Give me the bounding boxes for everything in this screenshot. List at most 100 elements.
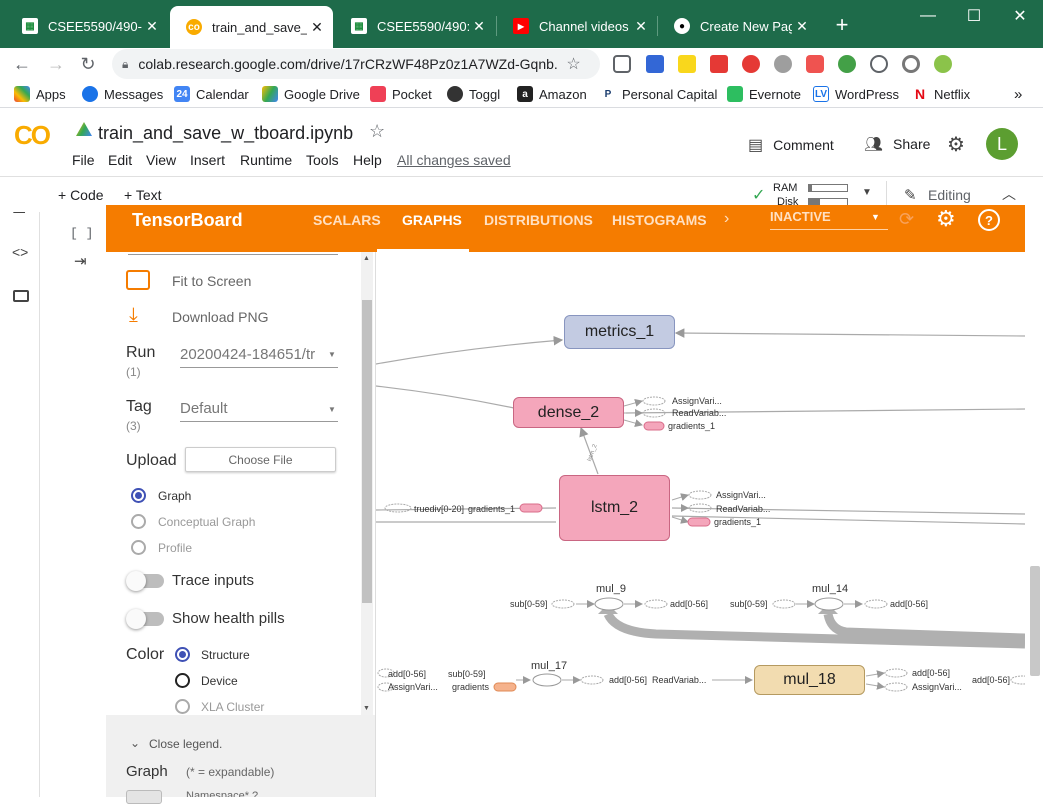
page-scrollbar-thumb[interactable] <box>1030 566 1040 676</box>
react-ext-icon[interactable] <box>870 55 888 73</box>
star-icon[interactable]: ☆ <box>566 54 580 74</box>
status-dropdown-icon[interactable]: ▼ <box>871 212 880 222</box>
help-icon[interactable]: ? <box>978 209 1000 231</box>
cell-run-bracket[interactable]: [ ] <box>70 226 93 241</box>
scroll-up-icon[interactable]: ▲ <box>363 255 370 262</box>
browser-tab[interactable]: ▦ CSEE5590/490: IoT ✕ <box>335 8 495 44</box>
fit-screen-icon[interactable] <box>126 270 150 290</box>
extension-icon[interactable] <box>742 55 760 73</box>
menu-file[interactable]: File <box>72 152 95 168</box>
output-redirect-icon[interactable]: ⇥ <box>74 252 87 270</box>
browser-tab[interactable]: ● Create New Page · ✕ <box>658 8 818 44</box>
forward-icon[interactable]: → <box>44 52 68 76</box>
settings-gear-icon[interactable]: ⚙ <box>947 132 965 157</box>
bookmark-drive[interactable]: Google Drive <box>262 84 360 104</box>
graph-node-lstm[interactable]: lstm_2 <box>559 475 670 541</box>
menu-edit[interactable]: Edit <box>108 152 132 168</box>
code-snippets-icon[interactable]: <> <box>12 244 28 260</box>
star-icon[interactable]: ☆ <box>369 121 385 142</box>
shield-ext-icon[interactable] <box>806 55 824 73</box>
graph-type-radio-graph[interactable] <box>131 488 146 503</box>
tab-histograms[interactable]: HISTOGRAMS <box>612 212 707 228</box>
user-avatar[interactable]: L <box>986 128 1018 160</box>
browser-tab[interactable]: ▶ Channel videos - Y ✕ <box>497 8 657 44</box>
share-button[interactable]: 👥︎ Share <box>864 135 930 153</box>
bookmark-evernote[interactable]: Evernote <box>727 84 801 104</box>
address-text[interactable]: colab.research.google.com/drive/17rCRzWF… <box>138 56 558 72</box>
extension-icon[interactable] <box>710 55 728 73</box>
colab-logo[interactable]: CO <box>14 120 51 151</box>
close-tab-icon[interactable]: ✕ <box>307 19 327 36</box>
menu-help[interactable]: Help <box>353 152 382 168</box>
extension-icon[interactable] <box>838 55 856 73</box>
power-ext-icon[interactable] <box>774 55 792 73</box>
graph-node-dense[interactable]: dense_2 <box>513 397 624 428</box>
fit-to-screen-button[interactable]: Fit to Screen <box>172 273 251 289</box>
health-pills-toggle[interactable] <box>126 609 164 629</box>
panel-scrollbar-thumb[interactable] <box>362 300 372 603</box>
graph-node-mul9[interactable]: mul_9 <box>596 583 626 595</box>
page-scrollbar-track[interactable] <box>1027 212 1043 797</box>
graph-node-mul18[interactable]: mul_18 <box>754 665 865 695</box>
back-icon[interactable]: ← <box>10 52 34 76</box>
run-select[interactable]: 20200424-184651/tr <box>180 346 338 368</box>
add-code-button[interactable]: + Code <box>58 187 104 203</box>
bookmark-calendar[interactable]: 24 Calendar <box>174 84 249 104</box>
new-tab-button[interactable]: + <box>830 12 854 40</box>
reload-icon[interactable]: ↻ <box>76 52 100 76</box>
add-text-button[interactable]: + Text <box>124 187 162 203</box>
tag-select[interactable]: Default <box>180 400 338 422</box>
bookmark-toggl[interactable]: Toggl <box>447 84 500 104</box>
extension-icon[interactable] <box>902 55 920 73</box>
bookmark-netflix[interactable]: N Netflix <box>912 84 970 104</box>
close-tab-icon[interactable]: ✕ <box>631 18 651 35</box>
close-tab-icon[interactable]: ✕ <box>792 18 812 35</box>
close-tab-icon[interactable]: ✕ <box>142 18 162 35</box>
extension-icon[interactable] <box>934 55 952 73</box>
scroll-down-icon[interactable]: ▼ <box>363 705 370 712</box>
graph-node-mul17[interactable]: mul_17 <box>531 660 567 672</box>
menu-insert[interactable]: Insert <box>190 152 225 168</box>
graph-canvas[interactable]: metrics_1 dense_2 lstm_2 mul_18 lstm_2 m… <box>376 252 1025 797</box>
color-radio-device[interactable] <box>175 673 190 688</box>
bookmarks-more-button[interactable]: » <box>1014 84 1022 104</box>
run-dropdown-icon[interactable]: ▼ <box>328 350 336 359</box>
choose-file-button[interactable]: Choose File <box>185 447 336 472</box>
extension-icon[interactable] <box>678 55 696 73</box>
reload-icon[interactable]: ⟳ <box>899 209 914 230</box>
graph-node-mul14[interactable]: mul_14 <box>812 583 848 595</box>
color-radio-structure[interactable] <box>175 647 190 662</box>
bookmark-amazon[interactable]: a Amazon <box>517 84 587 104</box>
download-png-button[interactable]: Download PNG <box>172 309 269 325</box>
bookmark-messages[interactable]: Messages <box>82 84 163 104</box>
tab-distributions[interactable]: DISTRIBUTIONS <box>484 212 593 228</box>
bookmark-pocket[interactable]: Pocket <box>370 84 432 104</box>
menu-view[interactable]: View <box>146 152 176 168</box>
close-tab-icon[interactable]: ✕ <box>469 18 489 35</box>
pocket-ext-icon[interactable] <box>613 55 631 73</box>
browser-tab-active[interactable]: co train_and_save_w_ ✕ <box>170 6 333 48</box>
bookmark-apps[interactable]: Apps <box>14 84 66 104</box>
drive-icon[interactable] <box>76 122 92 136</box>
menu-runtime[interactable]: Runtime <box>240 152 292 168</box>
graph-type-radio-profile[interactable] <box>131 540 146 555</box>
close-legend-button[interactable]: Close legend. <box>149 737 222 751</box>
download-icon[interactable]: ⤓ <box>129 304 138 327</box>
save-status[interactable]: All changes saved <box>397 152 511 168</box>
resources-dropdown-icon[interactable]: ▼ <box>862 187 872 198</box>
maximize-icon[interactable]: ☐ <box>951 0 997 32</box>
graph-node-metrics[interactable]: metrics_1 <box>564 315 675 349</box>
comment-button[interactable]: ▤ Comment <box>748 135 834 155</box>
editing-mode-button[interactable]: Editing <box>928 187 971 203</box>
color-radio-xla-cluster[interactable] <box>175 699 190 714</box>
files-folder-icon[interactable] <box>13 290 29 302</box>
tab-scalars[interactable]: SCALARS <box>313 212 381 228</box>
collapse-header-icon[interactable]: ︿ <box>1002 184 1016 204</box>
tabs-more-chevron-icon[interactable]: › <box>724 210 729 228</box>
minimize-icon[interactable]: — <box>905 0 951 32</box>
bookmark-wordpress[interactable]: LV WordPress <box>813 84 899 104</box>
chevron-down-icon[interactable]: ⌄ <box>130 736 140 750</box>
graph-type-radio-conceptual[interactable] <box>131 514 146 529</box>
trace-inputs-toggle[interactable] <box>126 571 164 591</box>
tag-dropdown-icon[interactable]: ▼ <box>328 405 336 414</box>
